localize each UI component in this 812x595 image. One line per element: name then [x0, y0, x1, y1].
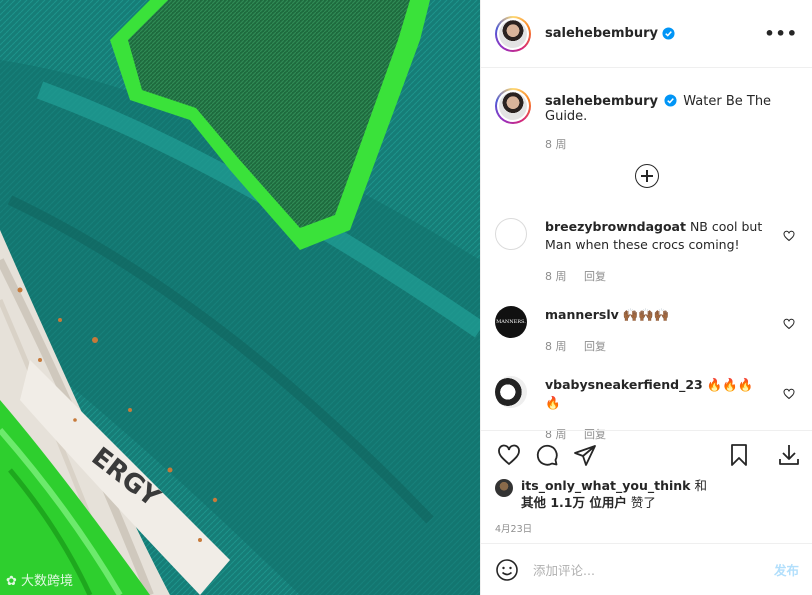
post-caption: salehebembury Water Be The Guide. 8 周: [481, 68, 812, 152]
comment-text: 🙌🏾🙌🏾🙌🏾: [622, 307, 670, 322]
reply-button[interactable]: 回复: [584, 340, 606, 353]
likes-others-link[interactable]: 其他 1.1万 位用户: [521, 495, 627, 510]
commenter-avatar[interactable]: [495, 218, 527, 250]
likes-and-text: 和: [690, 478, 707, 493]
ellipsis-icon[interactable]: •••: [764, 24, 798, 43]
author-avatar[interactable]: [495, 15, 531, 52]
commenter-avatar-logo-text: MANNERS.: [496, 319, 526, 325]
commenter-username[interactable]: breezybrowndagoat: [545, 219, 686, 234]
heart-icon[interactable]: [497, 443, 521, 467]
comment-icon[interactable]: [535, 443, 559, 467]
comment-time[interactable]: 8 周: [545, 340, 567, 353]
post-header: salehebembury •••: [481, 0, 812, 68]
commenter-username[interactable]: vbabysneakerfiend_23: [545, 377, 703, 392]
caption-username[interactable]: salehebembury: [545, 94, 658, 109]
post-actions: its_only_what_you_think 和 其他 1.1万 位用户 赞了…: [481, 430, 812, 535]
comment-item: MANNERS. mannerslv 🙌🏾🙌🏾🙌🏾 8 周 回复: [495, 306, 799, 356]
verified-badge-icon: [662, 27, 675, 40]
heart-icon[interactable]: [783, 318, 795, 330]
watermark-text: 大数跨境: [21, 574, 74, 589]
plus-circle-icon[interactable]: [635, 164, 659, 188]
comment-time[interactable]: 8 周: [545, 270, 567, 283]
post-photo[interactable]: ERGY ✿ 大数跨境: [0, 0, 480, 595]
commenter-avatar[interactable]: [495, 376, 527, 408]
heart-icon[interactable]: [783, 388, 795, 400]
bookmark-icon[interactable]: [727, 443, 751, 467]
post-date[interactable]: 4月23日: [481, 511, 812, 535]
liker-username[interactable]: its_only_what_you_think: [521, 478, 690, 493]
watermark: ✿ 大数跨境: [6, 570, 73, 589]
share-icon[interactable]: [573, 443, 597, 467]
heart-icon[interactable]: [783, 230, 795, 242]
commenter-username[interactable]: mannerslv: [545, 307, 619, 322]
reply-button[interactable]: 回复: [584, 270, 606, 283]
comment-input[interactable]: 添加评论...: [533, 560, 774, 579]
caption-author-avatar[interactable]: [495, 88, 531, 124]
author-username[interactable]: salehebembury: [545, 26, 658, 41]
smiley-icon[interactable]: [495, 558, 519, 582]
add-comment-bar: 添加评论... 发布: [481, 543, 812, 595]
sneaker-closeup-image: ERGY: [0, 0, 480, 595]
liker-avatar[interactable]: [495, 479, 513, 497]
likes-summary: its_only_what_you_think 和 其他 1.1万 位用户 赞了: [481, 477, 812, 511]
caption-time[interactable]: 8 周: [545, 136, 798, 152]
download-icon[interactable]: [777, 443, 801, 467]
commenter-avatar[interactable]: MANNERS.: [495, 306, 527, 338]
comment-item: breezybrowndagoat NB cool but Man when t…: [495, 218, 799, 286]
likes-suffix-text: 赞了: [626, 495, 656, 510]
watermark-logo-icon: ✿: [6, 574, 17, 589]
post-detail-panel: salehebembury ••• salehebembury Water Be…: [480, 0, 812, 595]
post-comment-button[interactable]: 发布: [774, 560, 799, 579]
verified-badge-icon: [664, 94, 677, 107]
